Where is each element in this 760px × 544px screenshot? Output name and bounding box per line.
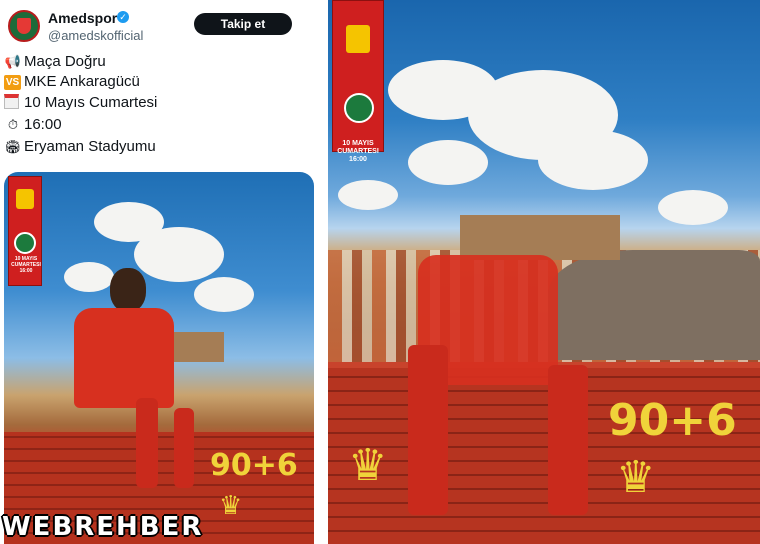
crown-icon: ♛ [219, 490, 243, 520]
player-leg [136, 398, 158, 488]
player-figure [398, 225, 638, 535]
tweet-line-2: VS MKE Ankaragücü [4, 73, 140, 90]
vs-icon: VS [4, 75, 21, 90]
tweet-card: Amedspor ✓ @amedskofficial Takip et 📢 Maç… [0, 0, 322, 544]
player-jersey [74, 308, 174, 408]
poster-image: 10 MAYIS CUMARTESI 16:00 90+6 ♛ ♛ [328, 0, 760, 544]
player-leg [408, 345, 448, 515]
match-flag-banner [332, 0, 384, 152]
match-date: 10 MAYIS CUMARTESI 16:00 [11, 256, 41, 274]
cloud [408, 140, 488, 185]
cloud [538, 130, 648, 190]
cloud [338, 180, 398, 210]
ankaragucu-crest-icon [346, 25, 370, 53]
tweet-line-1: 📢 Maça Doğru [4, 53, 106, 70]
tweet-line-4: ⏱ 16:00 [4, 115, 62, 135]
player-leg [548, 365, 588, 515]
verified-badge-icon: ✓ [117, 11, 129, 23]
player-figure [54, 268, 204, 488]
graffiti-text: 90+6 [210, 448, 298, 483]
tweet-image[interactable]: 10 MAYIS CUMARTESI 16:00 90+6 ♛ [4, 172, 314, 544]
follow-button[interactable]: Takip et [194, 13, 292, 35]
player-leg [174, 408, 194, 488]
amedspor-crest-icon [344, 93, 374, 123]
graffiti-text: 90+6 [608, 395, 737, 446]
avatar[interactable] [8, 10, 40, 42]
tweet-line-3: 10 Mayıs Cumartesi [4, 93, 157, 113]
amedspor-crest-icon [14, 232, 36, 254]
megaphone-icon: 📢 [4, 54, 22, 69]
club-crest-icon [17, 18, 31, 34]
cloud [658, 190, 728, 225]
ankaragucu-crest-icon [16, 189, 34, 209]
account-handle[interactable]: @amedskofficial [48, 28, 143, 43]
account-name[interactable]: Amedspor [48, 10, 117, 26]
player-head [110, 268, 146, 312]
crown-icon: ♛ [348, 441, 388, 490]
tweet-line-5: 🏟 Eryaman Stadyumu [4, 138, 156, 155]
watermark: WEBREHBER [2, 512, 204, 542]
stopwatch-icon: ⏱ [7, 117, 19, 132]
stadium-icon: 🏟 [4, 139, 22, 154]
match-flag-banner: 10 MAYIS CUMARTESI 16:00 [8, 176, 42, 286]
calendar-icon [4, 94, 19, 109]
match-date: 10 MAYIS CUMARTESI 16:00 [337, 140, 379, 164]
crown-icon: ♛ [616, 453, 656, 502]
